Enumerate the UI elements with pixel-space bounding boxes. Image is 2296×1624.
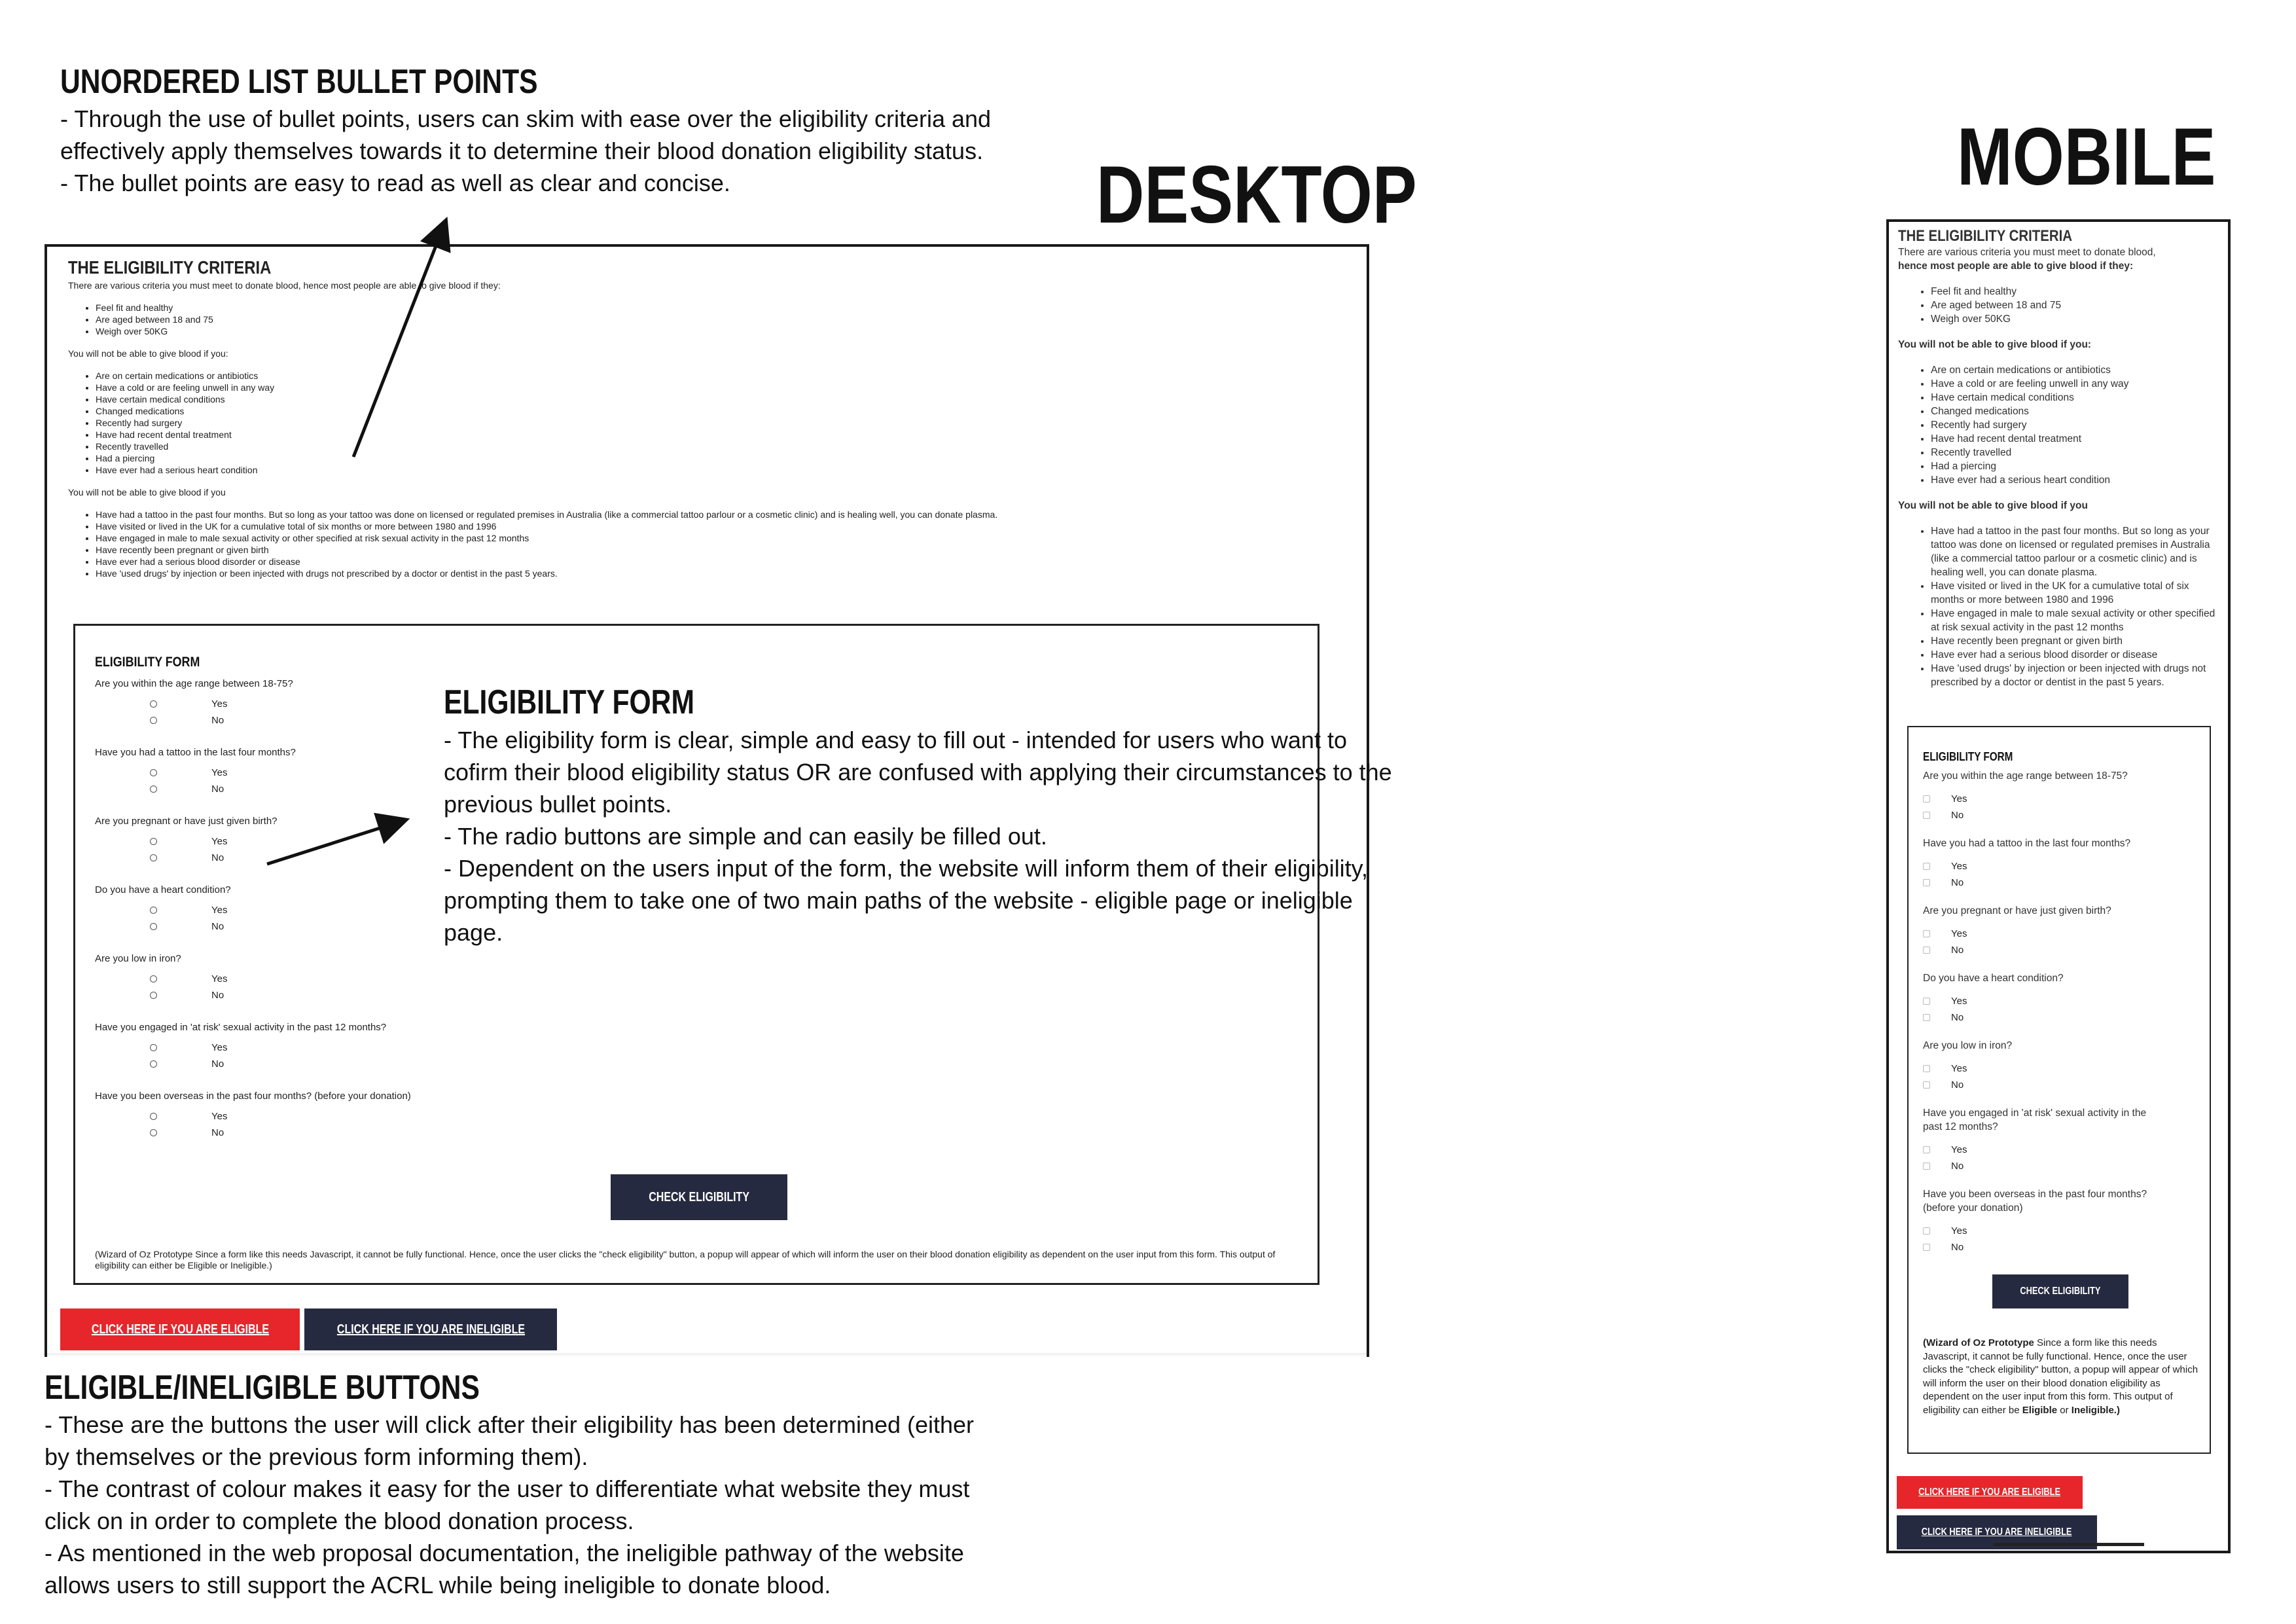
question-block: Are you pregnant or have just given birt…: [1923, 904, 2204, 971]
checkbox-icon[interactable]: [1923, 1014, 1930, 1021]
checkbox-icon[interactable]: [1923, 998, 1930, 1005]
option-yes[interactable]: Yes: [1923, 993, 2204, 1009]
list-item: Have had a tattoo in the past four month…: [1931, 524, 2223, 579]
question-text: Do you have a heart condition?: [1923, 973, 2064, 984]
list-item: Have recently been pregnant or given bir…: [1931, 634, 2223, 648]
list-item: Have 'used drugs' by injection or been i…: [1931, 662, 2223, 689]
question-text: (before your donation): [1923, 1202, 2023, 1214]
question-text: Are you low in iron?: [1923, 1040, 2013, 1051]
mobile-cannot-heading-2: You will not be able to give blood if yo…: [1898, 500, 2088, 511]
mobile-wizard-of-oz-note: (Wizard of Oz Prototype Since a form lik…: [1923, 1337, 2198, 1416]
mobile-criteria-title: THE ELIGIBILITY CRITERIA: [1898, 227, 2072, 245]
mobile-cannot-list-2: Have had a tattoo in the past four month…: [1898, 524, 2223, 689]
checkbox-icon[interactable]: [1923, 879, 1930, 886]
question-text: Have you engaged in 'at risk' sexual act…: [1923, 1108, 2147, 1119]
annotation-form: ELIGIBILITY FORM - The eligibility form …: [444, 682, 1504, 948]
annotation-line: - These are the buttons the user will cl…: [45, 1411, 975, 1438]
option-no[interactable]: No: [1923, 875, 2204, 891]
list-item: Have visited or lived in the UK for a cu…: [1931, 579, 2223, 607]
annotation-line: cofirm their blood eligibility status OR…: [444, 759, 1392, 785]
annotation-line: - Dependent on the users input of the fo…: [444, 855, 1369, 882]
list-item: Had a piercing: [1931, 460, 2223, 473]
question-text: Have you had a tattoo in the last four m…: [1923, 838, 2131, 849]
mobile-criteria-section: THE ELIGIBILITY CRITERIA There are vario…: [1898, 227, 2223, 695]
list-item: Have certain medical conditions: [1931, 391, 2223, 405]
list-item: Have ever had a serious blood disorder o…: [1931, 648, 2223, 662]
arrow-icon: [351, 217, 451, 458]
mobile-check-eligibility-button[interactable]: CHECK ELIGIBILITY: [1992, 1274, 2128, 1308]
checkbox-icon[interactable]: [1923, 1244, 1930, 1251]
option-yes[interactable]: Yes: [1923, 858, 2204, 875]
list-item: Have had recent dental treatment: [1931, 432, 2223, 446]
mobile-frame: THE ELIGIBILITY CRITERIA There are vario…: [1886, 219, 2231, 1553]
list-item: Are aged between 18 and 75: [1931, 298, 2223, 312]
question-block: Are you low in iron? Yes No: [1923, 1039, 2204, 1106]
list-item: Have ever had a serious heart condition: [1931, 473, 2223, 487]
list-item: Are on certain medications or antibiotic…: [1931, 363, 2223, 377]
list-item: Recently had surgery: [1931, 418, 2223, 432]
option-no[interactable]: No: [1923, 1239, 2204, 1255]
annotation-form-title: ELIGIBILITY FORM: [444, 683, 694, 721]
mobile-cannot-list: Are on certain medications or antibiotic…: [1898, 363, 2223, 487]
list-item: Recently travelled: [1931, 446, 2223, 460]
list-item: Weigh over 50KG: [1931, 312, 2223, 326]
mobile-form-questions: Are you within the age range between 18-…: [1923, 769, 2204, 1269]
checkbox-icon[interactable]: [1923, 812, 1930, 819]
question-text: Are you pregnant or have just given birt…: [1923, 905, 2111, 916]
checkbox-icon[interactable]: [1923, 795, 1930, 803]
option-no[interactable]: No: [1923, 942, 2204, 958]
annotation-buttons: ELIGIBLE/INELIGIBLE BUTTONS - These are …: [45, 1368, 1157, 1601]
option-yes[interactable]: Yes: [1923, 791, 2204, 807]
list-item: Feel fit and healthy: [1931, 285, 2223, 298]
option-no[interactable]: No: [1923, 1009, 2204, 1026]
option-yes[interactable]: Yes: [1923, 1223, 2204, 1239]
option-no[interactable]: No: [1923, 1077, 2204, 1093]
mobile-cannot-heading: You will not be able to give blood if yo…: [1898, 339, 2092, 350]
annotation-line: allows users to still support the ACRL w…: [45, 1572, 831, 1598]
annotation-line: - The radio buttons are simple and can e…: [444, 823, 1047, 850]
list-item: Changed medications: [1931, 405, 2223, 418]
checkbox-icon[interactable]: [1923, 1163, 1930, 1170]
mobile-eligibility-form: ELIGIBILITY FORM Are you within the age …: [1907, 726, 2211, 1454]
question-text: past 12 months?: [1923, 1121, 1998, 1132]
option-yes[interactable]: Yes: [1923, 926, 2204, 942]
list-item: Have a cold or are feeling unwell in any…: [1931, 377, 2223, 391]
annotation-line: previous bullet points.: [444, 791, 672, 818]
annotation-line: click on in order to complete the blood …: [45, 1507, 634, 1534]
checkbox-icon[interactable]: [1923, 947, 1930, 954]
mobile-can-list: Feel fit and healthy Are aged between 18…: [1898, 285, 2223, 326]
question-block: Are you within the age range between 18-…: [1923, 769, 2204, 837]
scrollbar[interactable]: [1994, 1543, 2144, 1546]
question-text: Are you within the age range between 18-…: [1923, 770, 2128, 782]
checkbox-icon[interactable]: [1923, 1227, 1930, 1235]
option-yes[interactable]: Yes: [1923, 1142, 2204, 1158]
annotation-line: - As mentioned in the web proposal docum…: [45, 1540, 964, 1566]
question-block: Have you been overseas in the past four …: [1923, 1187, 2204, 1269]
annotation-line: - The contrast of colour makes it easy f…: [45, 1475, 970, 1502]
question-block: Have you had a tattoo in the last four m…: [1923, 837, 2204, 904]
checkbox-icon[interactable]: [1923, 1081, 1930, 1089]
mobile-criteria-intro-bold: hence most people are able to give blood…: [1898, 261, 2134, 272]
option-yes[interactable]: Yes: [1923, 1060, 2204, 1077]
question-block: Do you have a heart condition? Yes No: [1923, 971, 2204, 1039]
annotation-line: prompting them to take one of two main p…: [444, 887, 1353, 914]
option-no[interactable]: No: [1923, 807, 2204, 823]
question-text: Have you been overseas in the past four …: [1923, 1189, 2147, 1200]
arrow-icon: [266, 812, 410, 866]
question-block: Have you engaged in 'at risk' sexual act…: [1923, 1106, 2204, 1187]
mobile-eligible-button[interactable]: CLICK HERE IF YOU ARE ELIGIBLE: [1897, 1476, 2083, 1509]
checkbox-icon[interactable]: [1923, 1146, 1930, 1153]
checkbox-icon[interactable]: [1923, 1065, 1930, 1072]
mobile-form-title: ELIGIBILITY FORM: [1923, 750, 2013, 763]
annotation-line: page.: [444, 919, 503, 946]
annotation-line: - The eligibility form is clear, simple …: [444, 727, 1347, 753]
checkbox-icon[interactable]: [1923, 930, 1930, 937]
annotation-buttons-title: ELIGIBLE/INELIGIBLE BUTTONS: [45, 1369, 480, 1407]
list-item: Have engaged in male to male sexual acti…: [1931, 607, 2223, 634]
annotation-line: by themselves or the previous form infor…: [45, 1443, 588, 1470]
mobile-criteria-intro: There are various criteria you must meet…: [1898, 247, 2156, 258]
checkbox-icon[interactable]: [1923, 863, 1930, 870]
option-no[interactable]: No: [1923, 1158, 2204, 1174]
